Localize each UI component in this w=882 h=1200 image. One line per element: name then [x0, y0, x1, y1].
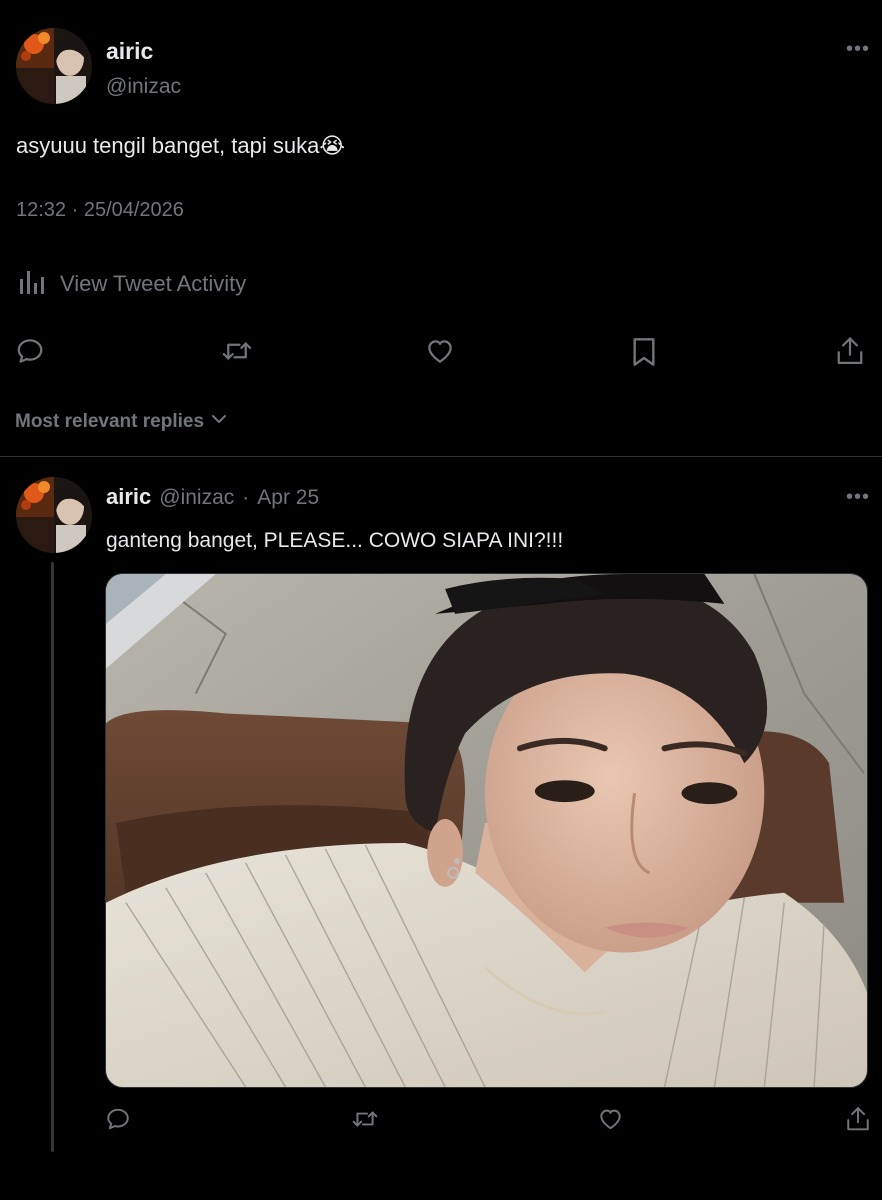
author-handle[interactable]: @inizac — [106, 75, 181, 99]
divider — [0, 456, 882, 457]
author-name[interactable]: airic — [106, 38, 153, 65]
share-icon[interactable] — [835, 334, 865, 368]
view-tweet-activity-link[interactable]: View Tweet Activity — [18, 266, 246, 302]
reply-avatar[interactable] — [16, 477, 92, 553]
chevron-down-icon — [210, 410, 228, 434]
activity-chart-icon — [18, 266, 48, 302]
activity-label: View Tweet Activity — [60, 271, 247, 296]
tweet-text-body: asyuuu tengil banget, tapi suka — [16, 133, 320, 158]
tweet-timestamp[interactable]: 12:32 · 25/04/2026 — [16, 199, 184, 222]
reply-header: airic @inizac · Apr 25 — [106, 484, 319, 510]
reply-reply-icon[interactable] — [105, 1106, 131, 1132]
reply-date[interactable]: Apr 25 — [257, 486, 319, 510]
reply-icon[interactable] — [15, 336, 45, 366]
reply-ellipsis-icon[interactable]: ••• — [846, 486, 870, 509]
avatar[interactable] — [16, 28, 92, 104]
reply-retweet-icon[interactable] — [350, 1106, 380, 1132]
like-icon[interactable] — [424, 336, 456, 366]
bookmark-icon[interactable] — [630, 336, 658, 368]
reply-like-icon[interactable] — [597, 1106, 624, 1132]
replies-sort-dropdown[interactable]: Most relevant replies — [15, 410, 228, 434]
crying-emoji-icon: 😭 — [319, 133, 346, 158]
thread-line — [51, 562, 54, 1152]
ellipsis-icon[interactable]: ••• — [846, 38, 870, 61]
reply-text: ganteng banget, PLEASE... COWO SIAPA INI… — [106, 529, 564, 552]
reply-share-icon[interactable] — [845, 1104, 871, 1134]
reply-author-handle[interactable]: @inizac — [159, 486, 234, 510]
tweet-text: asyuuu tengil banget, tapi suka😭 — [16, 133, 345, 159]
reply-author-name[interactable]: airic — [106, 484, 151, 510]
retweet-icon[interactable] — [220, 336, 254, 366]
replies-sort-label: Most relevant replies — [15, 411, 205, 432]
reply-separator: · — [242, 486, 250, 509]
reply-photo[interactable] — [105, 573, 868, 1088]
